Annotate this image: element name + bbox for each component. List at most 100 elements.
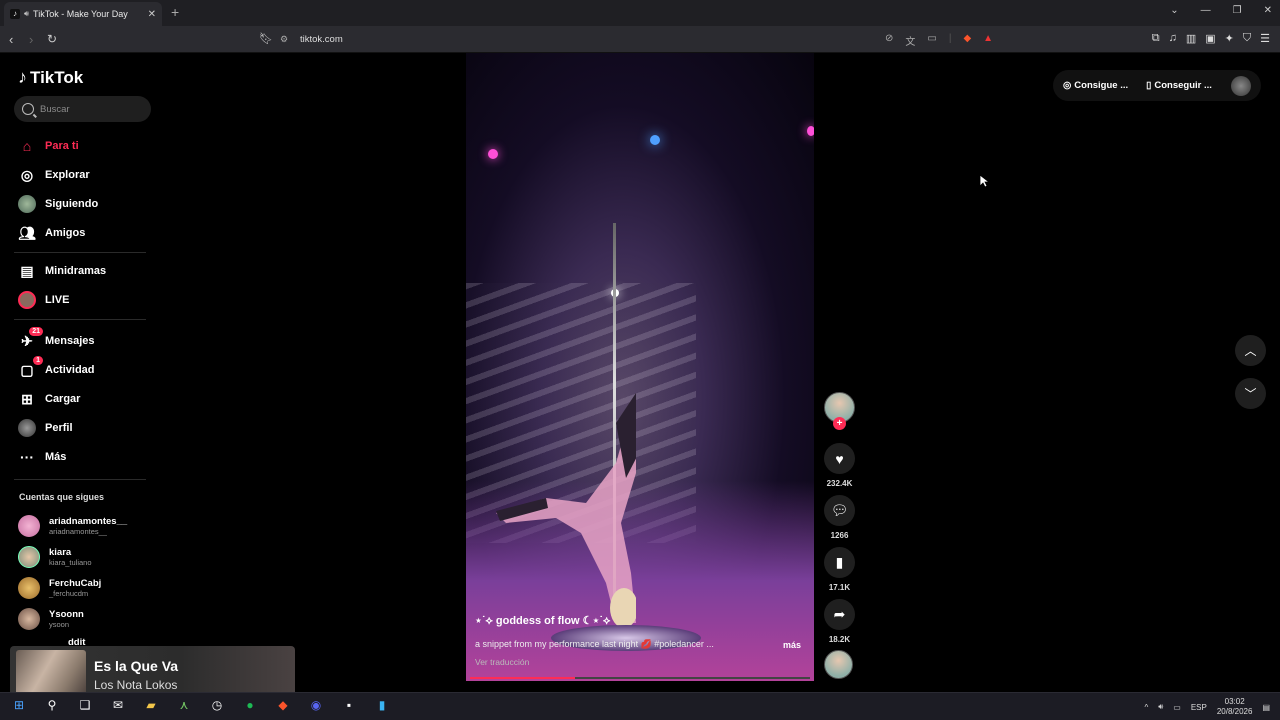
brave-shields-icon[interactable]: ◆: [963, 33, 971, 48]
translate-link[interactable]: Ver traducción: [475, 657, 529, 667]
browser-tab-tiktok[interactable]: ♪ 🔊︎ TikTok - Make Your Day ✕: [4, 2, 162, 26]
separator: |: [948, 33, 952, 44]
restore-button[interactable]: ❐: [1233, 5, 1242, 16]
vpn-icon[interactable]: ⛉: [1243, 32, 1251, 45]
sidebar-item-label: Siguiendo: [45, 198, 99, 210]
site-info-icon[interactable]: ⚙: [280, 34, 290, 45]
user-avatar[interactable]: [1231, 75, 1251, 96]
discord-icon[interactable]: ◉: [307, 698, 325, 712]
new-tab-button[interactable]: +: [171, 4, 179, 20]
more-button[interactable]: más: [783, 640, 801, 650]
following-account[interactable]: ariadnamontes__ ariadnamontes__: [18, 515, 127, 537]
clock-app-icon[interactable]: ◷: [208, 698, 226, 712]
reload-button[interactable]: ↻: [47, 32, 57, 46]
upload-icon: ⊞: [21, 390, 33, 407]
search-input[interactable]: Buscar: [14, 96, 151, 122]
wallet-icon[interactable]: ▣: [1205, 32, 1215, 45]
volume-icon[interactable]: 🔊︎: [1158, 702, 1163, 712]
activity-badge: 1: [33, 356, 43, 365]
close-window-button[interactable]: ✕: [1264, 5, 1272, 16]
speaker-icon[interactable]: 🔊︎: [24, 9, 29, 19]
epic-games-icon[interactable]: ▪: [340, 698, 358, 712]
extensions-icon[interactable]: ⧉: [1152, 32, 1160, 45]
get-app-button[interactable]: ▯ Conseguir ...: [1146, 80, 1212, 91]
sidebar-item-explorar[interactable]: ◎ Explorar: [18, 166, 90, 184]
avatar: [18, 608, 40, 630]
save-count: 17.1K: [828, 583, 851, 592]
account-handle: _ferchucdm: [49, 589, 89, 598]
minimize-button[interactable]: —: [1201, 5, 1211, 16]
search-icon[interactable]: ⚲: [43, 698, 61, 712]
leo-ai-icon[interactable]: ✦: [1225, 32, 1234, 45]
music-icon[interactable]: ♫: [1169, 32, 1177, 45]
network-icon[interactable]: ▭: [1173, 703, 1181, 712]
close-tab-icon[interactable]: ✕: [148, 9, 156, 20]
cast-icon[interactable]: ▭: [927, 33, 936, 48]
task-view-icon[interactable]: ❑: [76, 698, 94, 712]
share-icon: ➦: [833, 606, 846, 622]
camera-blocked-icon[interactable]: ⊘: [885, 33, 893, 48]
following-account[interactable]: FerchuCabj _ferchucdm: [18, 577, 101, 599]
previous-video-button[interactable]: ︿: [1235, 335, 1266, 366]
sound-avatar[interactable]: [824, 650, 853, 679]
back-button[interactable]: ‹: [9, 32, 13, 47]
translate-icon[interactable]: 文: [905, 33, 915, 48]
sidebar-item-cargar[interactable]: ⊞ Cargar: [18, 390, 80, 408]
share-button[interactable]: ➦: [824, 599, 855, 630]
like-button[interactable]: ♥: [824, 443, 855, 474]
video-progress-bar[interactable]: [470, 677, 810, 679]
chevron-down-icon: ﹀: [1244, 387, 1257, 401]
following-account[interactable]: kiara kiara_tuliano: [18, 546, 92, 568]
tiktok-logo[interactable]: ♪ TikTok: [18, 67, 83, 88]
brave-rewards-icon[interactable]: ▲: [983, 33, 993, 48]
mail-icon[interactable]: ✉: [109, 698, 127, 712]
next-video-button[interactable]: ﹀: [1235, 378, 1266, 409]
get-coins-button[interactable]: ◎ Consigue ...: [1063, 80, 1128, 91]
comment-button[interactable]: 💬︎: [824, 495, 855, 526]
menu-icon[interactable]: ☰: [1260, 32, 1270, 45]
sidebar-item-mas[interactable]: ··· Más: [18, 448, 66, 466]
sidebar-item-perfil[interactable]: Perfil: [18, 419, 73, 437]
sidebar-item-label: Cargar: [45, 393, 81, 405]
bookmark-icon[interactable]: 🔖︎: [259, 32, 273, 45]
start-icon[interactable]: ⊞: [10, 698, 28, 712]
sidebar-item-live[interactable]: LIVE: [18, 291, 69, 309]
sidebar-divider: [14, 252, 146, 253]
share-count: 18.2K: [828, 635, 851, 644]
language-indicator[interactable]: ESP: [1191, 703, 1207, 712]
clock[interactable]: 03:02 20/8/2026: [1217, 697, 1253, 717]
sidebar-item-label: Para ti: [45, 140, 79, 152]
sidebar-item-siguiendo[interactable]: Siguiendo: [18, 195, 98, 213]
sidebar-item-label: Perfil: [45, 422, 73, 434]
app-f-icon[interactable]: ▮: [373, 698, 391, 712]
sidebar-item-minidramas[interactable]: ▤ Minidramas: [18, 262, 106, 280]
more-icon: ···: [20, 449, 34, 465]
video-player[interactable]: [466, 53, 814, 681]
tab-list-chevron-icon[interactable]: ⌄: [1170, 5, 1178, 16]
sidebar-icon[interactable]: ▥: [1186, 32, 1196, 45]
spotify-icon[interactable]: ●: [241, 698, 259, 712]
heart-icon: ♥: [835, 450, 844, 467]
sidebar-item-para-ti[interactable]: ⌂ Para ti: [18, 137, 79, 155]
follow-plus-button[interactable]: +: [833, 417, 846, 430]
brave-icon[interactable]: ◆: [274, 698, 292, 712]
tray-chevron-icon[interactable]: ^: [1144, 703, 1148, 712]
get-app-label: Conseguir ...: [1154, 80, 1212, 91]
sidebar-item-label: Más: [45, 451, 67, 463]
sidebar-item-label: Minidramas: [45, 265, 107, 277]
friends-icon: 👥︎: [18, 224, 36, 241]
following-account[interactable]: Ysoonn ysoon: [18, 608, 84, 630]
sidebar-item-amigos[interactable]: 👥︎ Amigos: [18, 224, 85, 242]
stage-light: [807, 126, 814, 136]
save-button[interactable]: ▮: [824, 547, 855, 578]
notifications-icon[interactable]: ▤: [1262, 703, 1270, 712]
stage-light: [488, 149, 498, 159]
sidebar-item-actividad[interactable]: ▢ 1 Actividad: [18, 356, 95, 379]
sidebar-item-label: Mensajes: [45, 335, 95, 347]
file-explorer-icon[interactable]: ▰: [142, 698, 160, 712]
forward-button[interactable]: ›: [29, 32, 33, 47]
logo-text: TikTok: [30, 67, 84, 87]
sidebar-item-mensajes[interactable]: ✈ 21 Mensajes: [18, 327, 95, 350]
song-title: Es la Que Va: [94, 658, 179, 674]
app-icon[interactable]: ⋏: [175, 698, 193, 712]
